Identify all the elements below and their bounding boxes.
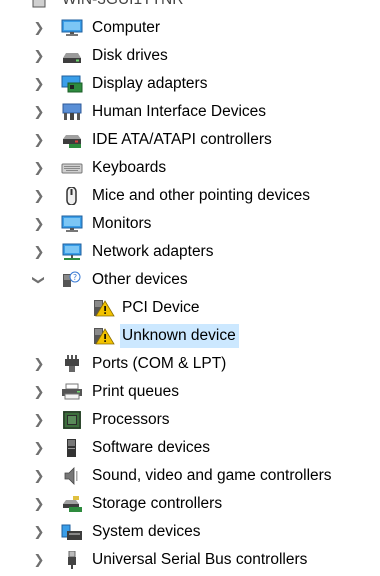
tree-item-label: Unknown device [120, 324, 239, 348]
tree-item-label: Print queues [92, 383, 180, 400]
mouse-icon [61, 187, 81, 205]
tree-item-label: Ports (COM & LPT) [92, 355, 227, 372]
tree-item-label: Mice and other pointing devices [92, 187, 310, 204]
tree-item-keyboards[interactable]: ❯ Keyboards [0, 154, 380, 182]
tree-item-display-adapters[interactable]: ❯ Display adapters [0, 70, 380, 98]
warning-device-icon [93, 299, 115, 317]
computer-root-icon [32, 0, 52, 9]
tree-item-storage-controllers[interactable]: ❯ Storage controllers [0, 490, 380, 518]
tree-item-label: Display adapters [92, 75, 208, 92]
tree-root[interactable]: WIN-3GUI1TTNR [0, 0, 380, 14]
chevron-right-icon[interactable]: ❯ [32, 98, 46, 126]
other-devices-icon: ? [61, 271, 81, 289]
tree-item-label: Software devices [92, 439, 211, 456]
tree-item-network-adapters[interactable]: ❯ Network adapters [0, 238, 380, 266]
chevron-right-icon[interactable]: ❯ [32, 154, 46, 182]
software-device-icon [61, 439, 81, 457]
disk-drive-icon [61, 47, 81, 65]
svg-text:?: ? [73, 273, 77, 282]
chevron-down-icon[interactable]: ❯ [25, 273, 53, 287]
tree-item-human-interface-devices[interactable]: ❯ Human Interface Devices [0, 98, 380, 126]
chevron-right-icon[interactable]: ❯ [32, 210, 46, 238]
tree-item-label: Human Interface Devices [92, 103, 267, 120]
chevron-right-icon[interactable]: ❯ [32, 546, 46, 574]
tree-item-label: Computer [92, 19, 161, 36]
port-icon [61, 355, 81, 373]
tree-item-sound-controllers[interactable]: ❯ Sound, video and game controllers [0, 462, 380, 490]
keyboard-icon [61, 159, 83, 177]
tree-item-mice[interactable]: ❯ Mice and other pointing devices [0, 182, 380, 210]
tree-item-ide-controllers[interactable]: ❯ IDE ATA/ATAPI controllers [0, 126, 380, 154]
tree-item-label: Storage controllers [92, 495, 223, 512]
printer-icon [61, 383, 82, 401]
tree-item-pci-device[interactable]: PCI Device [0, 294, 380, 322]
chevron-right-icon[interactable]: ❯ [32, 126, 46, 154]
hid-icon [61, 103, 82, 121]
network-adapter-icon [61, 243, 82, 261]
usb-icon [61, 551, 81, 569]
warning-device-icon [93, 327, 115, 345]
display-adapter-icon [61, 75, 83, 93]
tree-item-label: Processors [92, 411, 170, 428]
tree-item-unknown-device[interactable]: Unknown device [0, 322, 380, 350]
tree-item-system-devices[interactable]: ❯ System devices [0, 518, 380, 546]
tree-item-disk-drives[interactable]: ❯ Disk drives [0, 42, 380, 70]
tree-item-label: IDE ATA/ATAPI controllers [92, 131, 272, 148]
monitor-icon [61, 19, 83, 37]
chevron-right-icon[interactable]: ❯ [32, 378, 46, 406]
tree-item-label: System devices [92, 523, 201, 540]
system-devices-icon [61, 523, 82, 541]
monitor-icon [61, 215, 83, 233]
tree-root-label: WIN-3GUI1TTNR [60, 0, 186, 12]
tree-item-monitors[interactable]: ❯ Monitors [0, 210, 380, 238]
storage-controller-icon [61, 495, 82, 513]
tree-item-label: Monitors [92, 215, 152, 232]
tree-item-software-devices[interactable]: ❯ Software devices [0, 434, 380, 462]
chevron-right-icon[interactable]: ❯ [32, 14, 46, 42]
chevron-right-icon[interactable]: ❯ [32, 518, 46, 546]
chevron-right-icon[interactable]: ❯ [32, 406, 46, 434]
tree-item-processors[interactable]: ❯ Processors [0, 406, 380, 434]
chevron-right-icon[interactable]: ❯ [32, 434, 46, 462]
chevron-right-icon[interactable]: ❯ [32, 182, 46, 210]
chevron-right-icon[interactable]: ❯ [32, 70, 46, 98]
processor-icon [61, 411, 81, 429]
chevron-right-icon[interactable]: ❯ [32, 462, 46, 490]
chevron-right-icon[interactable]: ❯ [32, 490, 46, 518]
tree-item-label: PCI Device [122, 299, 200, 316]
speaker-icon [61, 467, 81, 485]
tree-item-print-queues[interactable]: ❯ Print queues [0, 378, 380, 406]
chevron-right-icon[interactable]: ❯ [32, 42, 46, 70]
tree-item-label: Other devices [92, 271, 188, 288]
ide-controller-icon [61, 131, 81, 149]
tree-item-usb-controllers[interactable]: ❯ Universal Serial Bus controllers [0, 546, 380, 574]
device-tree: WIN-3GUI1TTNR ❯ Computer ❯ Disk drives ❯… [0, 0, 380, 574]
tree-item-ports[interactable]: ❯ Ports (COM & LPT) [0, 350, 380, 378]
tree-item-other-devices[interactable]: ❯ ? Other devices [0, 266, 380, 294]
tree-item-label: Sound, video and game controllers [92, 467, 332, 484]
tree-item-label: Network adapters [92, 243, 214, 260]
tree-item-label: Keyboards [92, 159, 167, 176]
tree-item-computer[interactable]: ❯ Computer [0, 14, 380, 42]
tree-item-label: Universal Serial Bus controllers [92, 551, 308, 568]
chevron-right-icon[interactable]: ❯ [32, 350, 46, 378]
chevron-right-icon[interactable]: ❯ [32, 238, 46, 266]
tree-item-label: Disk drives [92, 47, 168, 64]
